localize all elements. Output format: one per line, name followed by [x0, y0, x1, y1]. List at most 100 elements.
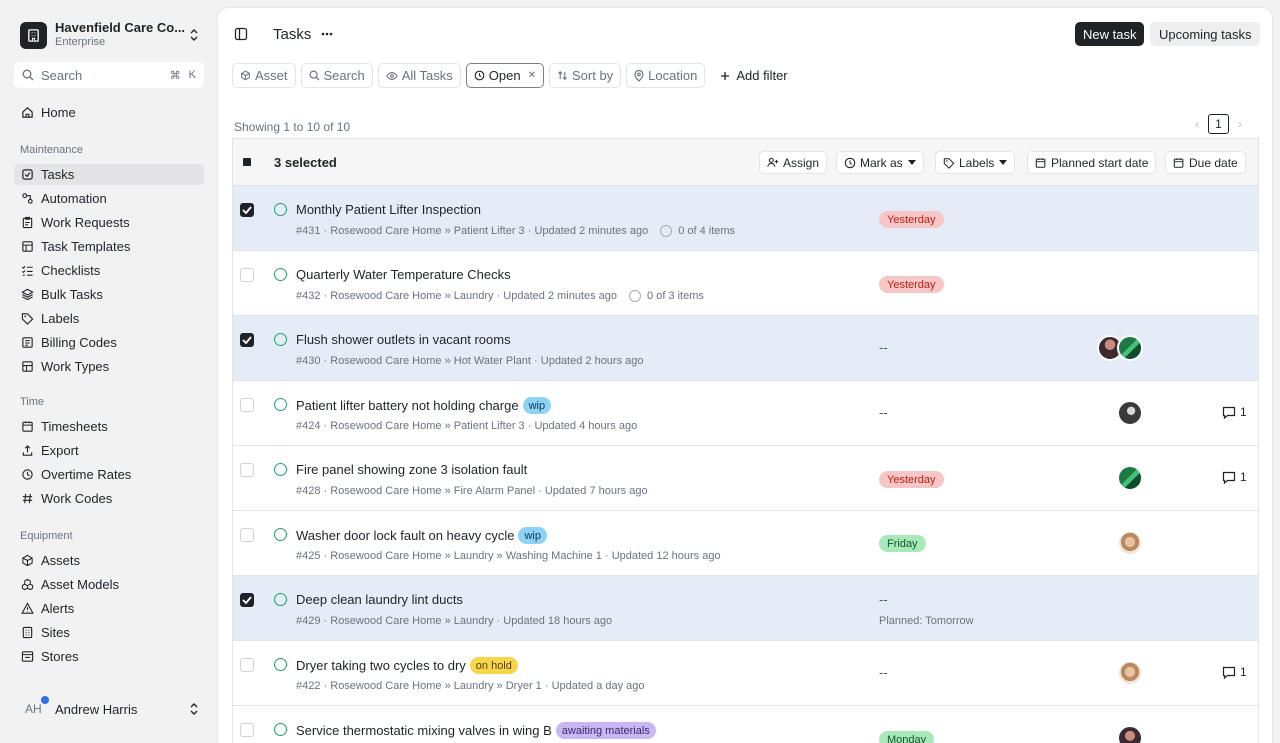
label-tag: wip	[518, 527, 547, 544]
sidebar-toggle-icon[interactable]	[234, 27, 248, 41]
sidebar-item-bulk-tasks[interactable]: Bulk Tasks	[14, 284, 204, 305]
status-open-icon[interactable]	[274, 203, 287, 216]
status-open-icon[interactable]	[274, 268, 287, 281]
task-title[interactable]: Quarterly Water Temperature Checks	[296, 267, 511, 282]
add-filter-button[interactable]: Add filter	[720, 68, 788, 83]
labels-dropdown[interactable]: Labels	[935, 151, 1016, 174]
row-checkbox[interactable]	[240, 658, 254, 672]
row-checkbox[interactable]	[240, 398, 254, 412]
row-checkbox[interactable]	[240, 528, 254, 542]
row-checkbox[interactable]	[240, 463, 254, 477]
status-open-icon[interactable]	[274, 463, 287, 476]
sidebar-item-work-codes[interactable]: Work Codes	[14, 488, 204, 509]
sidebar-item-sites[interactable]: Sites	[14, 622, 204, 643]
row-checkbox[interactable]	[240, 723, 254, 737]
planned-start-date-button[interactable]: Planned start date	[1027, 151, 1157, 174]
row-checkbox[interactable]	[240, 593, 254, 607]
filter-asset[interactable]: Asset	[232, 63, 296, 88]
clock-icon	[20, 468, 34, 482]
due-empty: --	[879, 405, 888, 420]
table-row[interactable]: Washer door lock fault on heavy cycle wip…	[233, 511, 1258, 576]
status-open-icon[interactable]	[274, 333, 287, 346]
sidebar-item-automation[interactable]: Automation	[14, 188, 204, 209]
org-switcher[interactable]: Havenfield Care Co... Enterprise	[20, 20, 200, 50]
location-pin-icon	[634, 69, 644, 82]
next-page-icon[interactable]: ›	[1238, 117, 1242, 131]
table-row[interactable]: Flush shower outlets in vacant rooms #43…	[233, 316, 1258, 381]
task-title[interactable]: Dryer taking two cycles to dry	[296, 658, 466, 673]
task-title[interactable]: Deep clean laundry lint ducts	[296, 592, 463, 607]
assignees[interactable]	[1117, 400, 1143, 426]
sidebar-item-timesheets[interactable]: Timesheets	[14, 416, 204, 437]
table-row[interactable]: Service thermostatic mixing valves in wi…	[233, 706, 1258, 743]
task-title[interactable]: Service thermostatic mixing valves in wi…	[296, 723, 552, 738]
task-title[interactable]: Washer door lock fault on heavy cycle	[296, 528, 514, 543]
sidebar: Havenfield Care Co... Enterprise Search …	[0, 0, 218, 743]
sidebar-item-export[interactable]: Export	[14, 440, 204, 461]
prev-page-icon[interactable]: ‹	[1195, 117, 1199, 131]
sidebar-item-billing-codes[interactable]: Billing Codes	[14, 332, 204, 353]
assignees[interactable]	[1117, 530, 1143, 556]
upcoming-tasks-button[interactable]: Upcoming tasks	[1150, 22, 1261, 46]
comment-icon	[1222, 666, 1236, 679]
page-1[interactable]: 1	[1208, 114, 1229, 134]
row-checkbox[interactable]	[240, 268, 254, 282]
avatar	[1117, 335, 1143, 361]
assign-button[interactable]: Assign	[759, 151, 828, 174]
status-open-icon[interactable]	[274, 658, 287, 671]
filter-search[interactable]: Search	[300, 63, 373, 88]
task-title[interactable]: Patient lifter battery not holding charg…	[296, 398, 519, 413]
table-row[interactable]: Patient lifter battery not holding charg…	[233, 381, 1258, 446]
sidebar-item-work-requests[interactable]: Work Requests	[14, 212, 204, 233]
sidebar-item-assets[interactable]: Assets	[14, 550, 204, 571]
assignees[interactable]	[1117, 465, 1143, 491]
row-checkbox[interactable]	[240, 333, 254, 347]
sidebar-item-work-types[interactable]: Work Types	[14, 356, 204, 377]
sidebar-item-stores[interactable]: Stores	[14, 646, 204, 667]
sidebar-search[interactable]: Search ⌘ K	[14, 62, 204, 88]
table-row[interactable]: Deep clean laundry lint ducts #429 · Ros…	[233, 576, 1258, 641]
close-icon[interactable]: ✕	[528, 70, 536, 81]
more-icon[interactable]	[321, 32, 333, 36]
status-open-icon[interactable]	[274, 593, 287, 606]
mark-as-dropdown[interactable]: Mark as	[836, 151, 924, 174]
sidebar-item-asset-models[interactable]: Asset Models	[14, 574, 204, 595]
select-all-checkbox[interactable]	[243, 158, 251, 166]
sidebar-item-tasks[interactable]: Tasks	[14, 164, 204, 185]
user-menu[interactable]: AH Andrew Harris	[20, 696, 200, 720]
eye-icon	[385, 71, 398, 81]
sidebar-item-home[interactable]: Home	[14, 102, 204, 123]
sidebar-item-overtime-rates[interactable]: Overtime Rates	[14, 464, 204, 485]
sidebar-item-checklists[interactable]: Checklists	[14, 260, 204, 281]
table-row[interactable]: Monthly Patient Lifter Inspection #431 ·…	[233, 186, 1258, 251]
status-open-icon[interactable]	[274, 398, 287, 411]
new-task-button[interactable]: New task	[1075, 22, 1145, 46]
assignees[interactable]	[1117, 660, 1143, 686]
alert-triangle-icon	[20, 602, 34, 616]
sidebar-item-labels[interactable]: Labels	[14, 308, 204, 329]
status-open-icon[interactable]	[274, 528, 287, 541]
comment-count[interactable]: 1	[1222, 665, 1247, 679]
comment-count[interactable]: 1	[1222, 470, 1247, 484]
main-panel: Tasks New task Upcoming tasks Asset Sear…	[218, 8, 1272, 743]
row-checkbox[interactable]	[240, 203, 254, 217]
sidebar-item-alerts[interactable]: Alerts	[14, 598, 204, 619]
table-row[interactable]: Dryer taking two cycles to dry on hold #4…	[233, 641, 1258, 706]
task-title[interactable]: Monthly Patient Lifter Inspection	[296, 202, 481, 217]
table-row[interactable]: Fire panel showing zone 3 isolation faul…	[233, 446, 1258, 511]
task-title[interactable]: Fire panel showing zone 3 isolation faul…	[296, 462, 527, 477]
filter-all-tasks[interactable]: All Tasks	[377, 63, 461, 88]
due-empty: --	[879, 665, 888, 680]
filter-open[interactable]: Open ✕	[465, 63, 544, 88]
sidebar-item-task-templates[interactable]: Task Templates	[14, 236, 204, 257]
results-count: Showing 1 to 10 of 10	[234, 120, 351, 134]
table-row[interactable]: Quarterly Water Temperature Checks #432 …	[233, 251, 1258, 316]
status-open-icon[interactable]	[274, 723, 287, 736]
assignees[interactable]	[1097, 335, 1143, 361]
due-date-button[interactable]: Due date	[1165, 151, 1246, 174]
task-title[interactable]: Flush shower outlets in vacant rooms	[296, 332, 511, 347]
comment-count[interactable]: 1	[1222, 405, 1247, 419]
sort-by[interactable]: Sort by	[548, 63, 622, 88]
filter-location[interactable]: Location	[626, 63, 706, 88]
assignees[interactable]	[1117, 725, 1143, 743]
